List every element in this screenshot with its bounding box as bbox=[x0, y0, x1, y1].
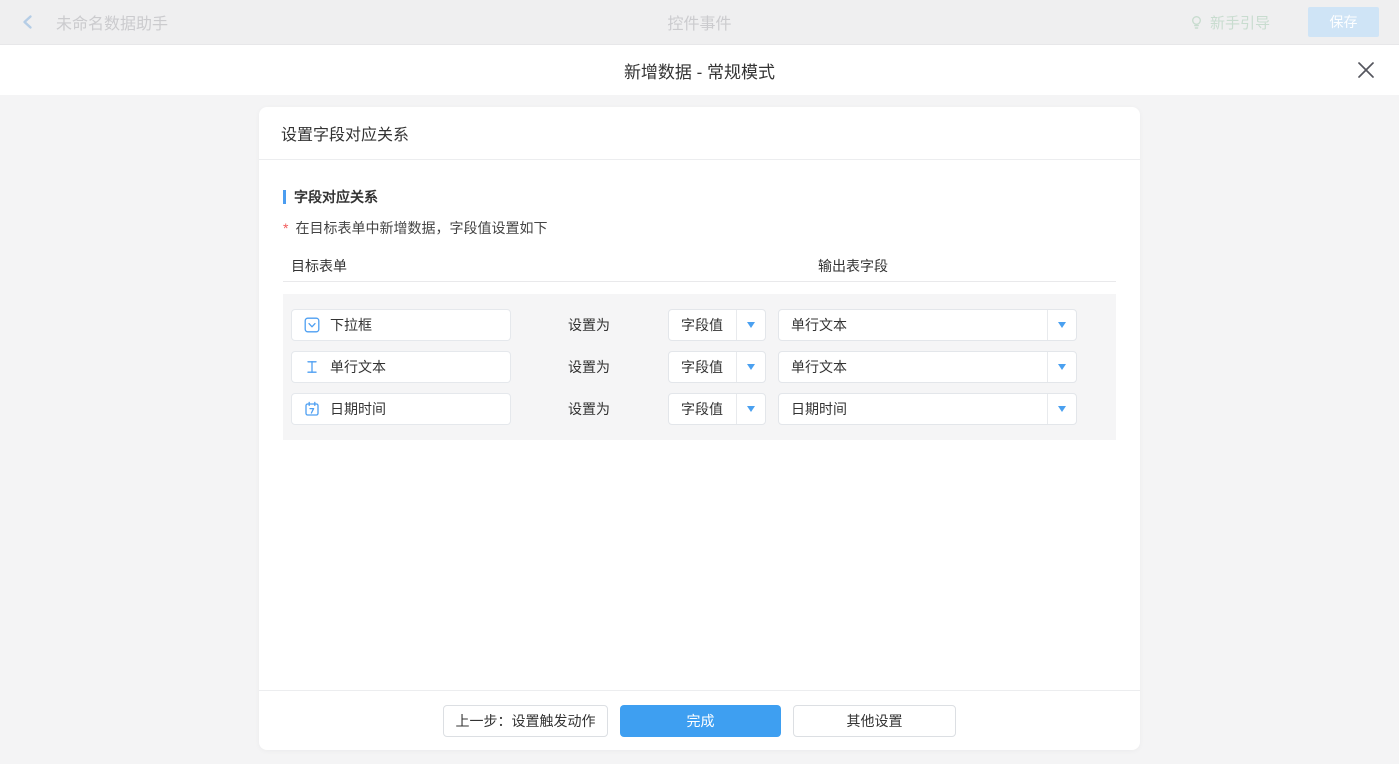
operator-dropdown-value: 字段值 bbox=[669, 394, 736, 424]
output-dropdown-value: 单行文本 bbox=[779, 310, 1047, 340]
caret-cell bbox=[736, 310, 765, 340]
modal-title: 新增数据 - 常规模式 bbox=[624, 58, 775, 83]
assistant-title: 未命名数据助手 bbox=[56, 10, 168, 34]
caret-cell bbox=[1047, 310, 1076, 340]
output-dropdown-value: 单行文本 bbox=[779, 352, 1047, 382]
chevron-down-icon bbox=[747, 322, 755, 328]
note-text: 在目标表单中新增数据，字段值设置如下 bbox=[295, 218, 547, 238]
target-field-label: 下拉框 bbox=[330, 315, 372, 335]
prev-step-button[interactable]: 上一步：设置触发动作 bbox=[443, 705, 608, 737]
lightbulb-icon bbox=[1189, 15, 1204, 30]
operator-dropdown[interactable]: 字段值 bbox=[668, 393, 766, 425]
column-header-output: 输出表字段 bbox=[818, 256, 888, 276]
chevron-down-icon bbox=[1058, 406, 1066, 412]
section-title: 字段对应关系 bbox=[294, 187, 378, 207]
datetime-field-icon bbox=[304, 401, 320, 417]
modal-body: 设置字段对应关系 字段对应关系 * 在目标表单中新增数据，字段值设置如下 目标表… bbox=[0, 95, 1399, 764]
output-dropdown-value: 日期时间 bbox=[779, 394, 1047, 424]
caret-cell bbox=[736, 352, 765, 382]
topbar-left: 未命名数据助手 bbox=[20, 10, 168, 34]
text-field-icon bbox=[304, 359, 320, 375]
note-row: * 在目标表单中新增数据，字段值设置如下 bbox=[283, 218, 1116, 238]
topbar: 未命名数据助手 控件事件 新手引导 保存 bbox=[0, 0, 1399, 45]
target-field-box: 日期时间 bbox=[291, 393, 511, 425]
caret-cell bbox=[1047, 394, 1076, 424]
caret-cell bbox=[736, 394, 765, 424]
mapping-row: 下拉框 设置为 字段值 单行文本 bbox=[283, 309, 1116, 341]
set-as-label: 设置为 bbox=[568, 351, 610, 383]
section-title-row: 字段对应关系 bbox=[283, 187, 1116, 207]
field-mapping-card: 设置字段对应关系 字段对应关系 * 在目标表单中新增数据，字段值设置如下 目标表… bbox=[259, 107, 1140, 750]
target-field-box: 下拉框 bbox=[291, 309, 511, 341]
guide-label: 新手引导 bbox=[1210, 12, 1270, 33]
operator-dropdown-value: 字段值 bbox=[669, 310, 736, 340]
other-settings-button[interactable]: 其他设置 bbox=[793, 705, 956, 737]
dropdown-field-icon bbox=[304, 317, 320, 333]
caret-cell bbox=[1047, 352, 1076, 382]
done-button[interactable]: 完成 bbox=[620, 705, 781, 737]
set-as-label: 设置为 bbox=[568, 393, 610, 425]
mapping-row: 单行文本 设置为 字段值 单行文本 bbox=[283, 351, 1116, 383]
column-header-target: 目标表单 bbox=[291, 256, 347, 276]
chevron-down-icon bbox=[747, 406, 755, 412]
required-asterisk: * bbox=[283, 220, 288, 236]
chevron-down-icon bbox=[1058, 322, 1066, 328]
topbar-right: 新手引导 保存 bbox=[1189, 7, 1379, 37]
header-divider bbox=[283, 281, 1116, 282]
output-field-dropdown[interactable]: 日期时间 bbox=[778, 393, 1077, 425]
close-icon bbox=[1356, 60, 1376, 80]
back-button[interactable] bbox=[20, 14, 36, 30]
target-field-label: 单行文本 bbox=[330, 357, 386, 377]
card-content: 字段对应关系 * 在目标表单中新增数据，字段值设置如下 目标表单 输出表字段 bbox=[259, 160, 1140, 690]
operator-dropdown-value: 字段值 bbox=[669, 352, 736, 382]
chevron-left-icon bbox=[20, 14, 36, 30]
section-accent-bar bbox=[283, 190, 286, 204]
card-footer: 上一步：设置触发动作 完成 其他设置 bbox=[259, 690, 1140, 750]
column-headers: 目标表单 输出表字段 bbox=[283, 256, 1116, 271]
output-field-dropdown[interactable]: 单行文本 bbox=[778, 351, 1077, 383]
mapping-row: 日期时间 设置为 字段值 日期时间 bbox=[283, 393, 1116, 425]
guide-button[interactable]: 新手引导 bbox=[1189, 12, 1270, 33]
output-field-dropdown[interactable]: 单行文本 bbox=[778, 309, 1077, 341]
mapping-panel: 下拉框 设置为 字段值 单行文本 bbox=[283, 294, 1116, 440]
target-field-label: 日期时间 bbox=[330, 399, 386, 419]
chevron-down-icon bbox=[747, 364, 755, 370]
save-button[interactable]: 保存 bbox=[1308, 7, 1379, 37]
modal-header: 新增数据 - 常规模式 bbox=[0, 45, 1399, 95]
card-header-title: 设置字段对应关系 bbox=[259, 107, 1140, 160]
close-button[interactable] bbox=[1355, 59, 1377, 81]
chevron-down-icon bbox=[1058, 364, 1066, 370]
operator-dropdown[interactable]: 字段值 bbox=[668, 351, 766, 383]
set-as-label: 设置为 bbox=[568, 309, 610, 341]
operator-dropdown[interactable]: 字段值 bbox=[668, 309, 766, 341]
target-field-box: 单行文本 bbox=[291, 351, 511, 383]
